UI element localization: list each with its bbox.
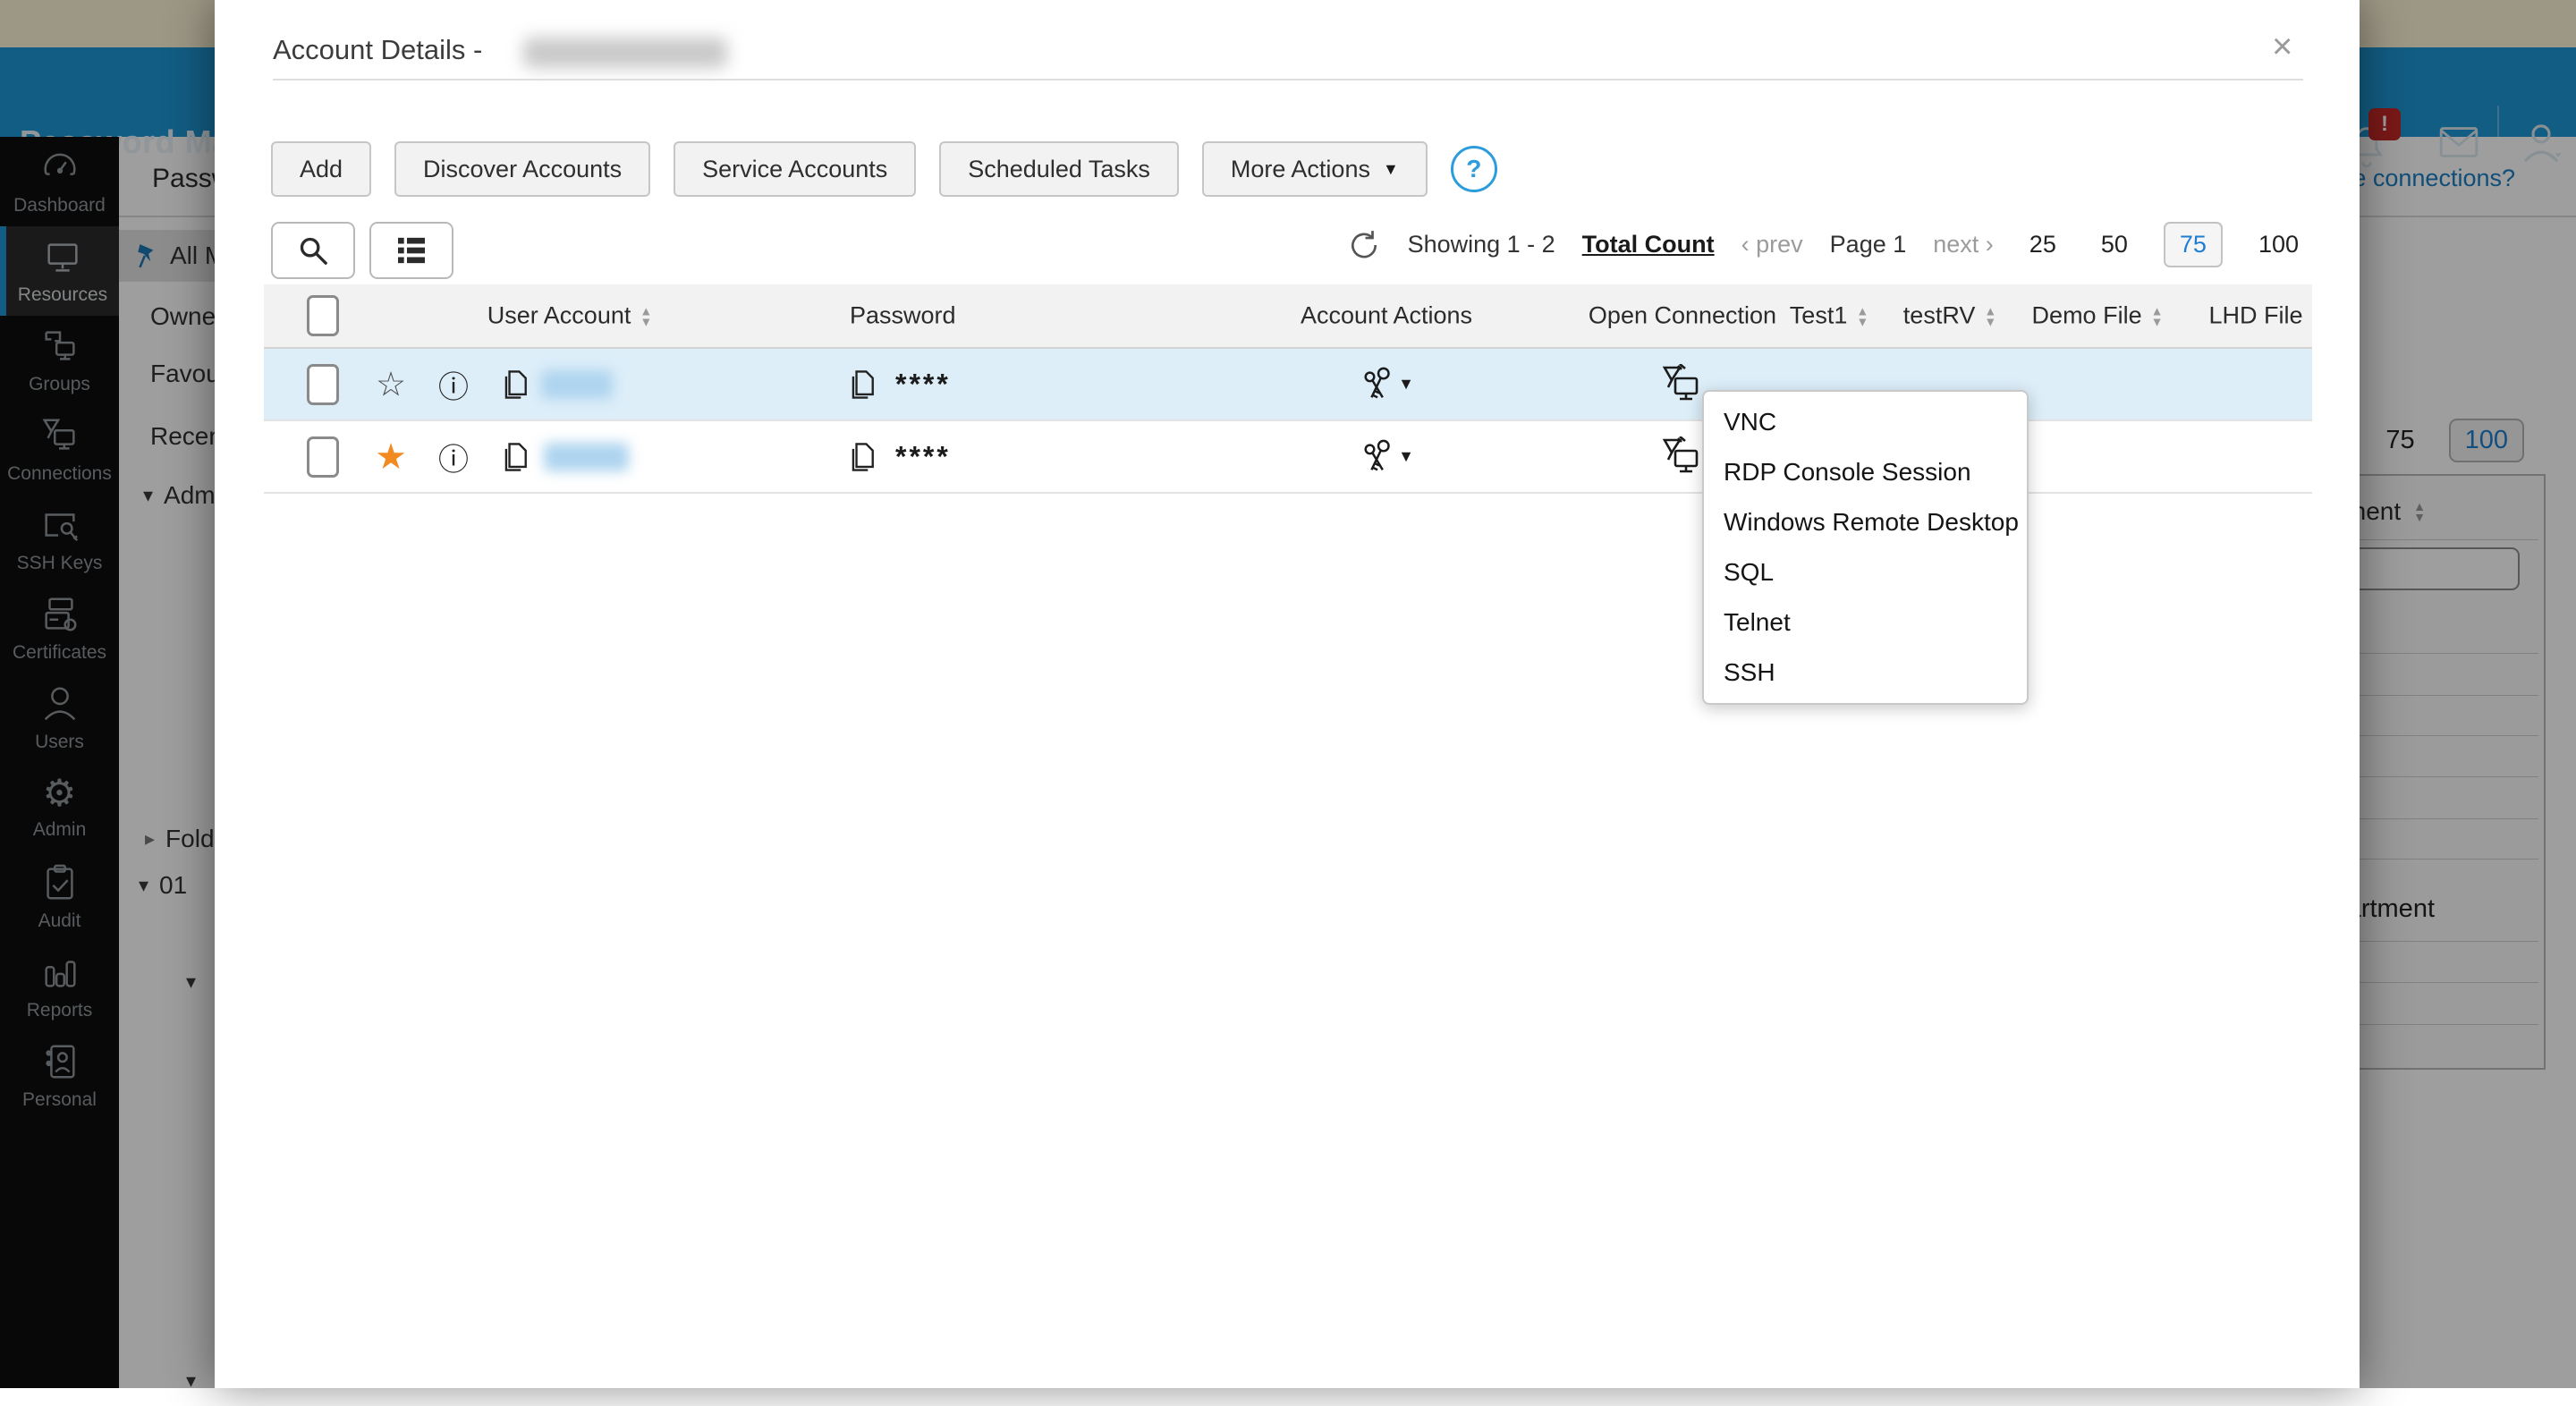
copy-password-icon[interactable]	[844, 367, 878, 402]
keys-icon	[1359, 365, 1396, 404]
menu-item-ssh[interactable]: SSH	[1704, 648, 2027, 698]
modal-title: Account Details -	[273, 34, 482, 66]
close-icon[interactable]: ×	[2272, 29, 2292, 64]
chevron-down-icon: ▼	[1398, 375, 1414, 394]
column-chooser-button[interactable]	[369, 222, 453, 279]
column-user-account[interactable]: User Account ▲▼	[487, 302, 652, 330]
menu-item-telnet[interactable]: Telnet	[1704, 597, 2027, 648]
row-checkbox[interactable]	[307, 436, 339, 478]
open-connection-icon[interactable]	[1661, 364, 1704, 405]
table-header-row: User Account ▲▼ Password Account Actions…	[264, 284, 2312, 349]
help-icon[interactable]: ?	[1451, 146, 1497, 192]
scheduled-tasks-button[interactable]: Scheduled Tasks	[939, 141, 1179, 197]
copy-username-icon[interactable]	[497, 367, 531, 402]
row-checkbox[interactable]	[307, 364, 339, 405]
info-icon[interactable]: ⓘ	[438, 435, 469, 479]
discover-accounts-button[interactable]: Discover Accounts	[394, 141, 650, 197]
list-icon	[394, 234, 429, 267]
account-actions-menu[interactable]: ▼	[1359, 365, 1414, 404]
select-all-checkbox[interactable]	[307, 295, 339, 336]
account-details-modal: Account Details - × Add Discover Account…	[215, 0, 2360, 1388]
menu-item-vnc[interactable]: VNC	[1704, 397, 2027, 447]
page-size-50[interactable]: 50	[2092, 224, 2137, 266]
next-button[interactable]: next ›	[1933, 231, 1994, 258]
search-button[interactable]	[271, 222, 355, 279]
resource-name-redacted	[523, 38, 727, 68]
password-mask: ****	[895, 440, 951, 473]
connection-type-dropdown: VNC RDP Console Session Windows Remote D…	[1702, 390, 2029, 705]
column-account-actions: Account Actions	[1301, 302, 1472, 330]
prev-button[interactable]: ‹ prev	[1741, 231, 1803, 258]
page-indicator: Page 1	[1830, 231, 1907, 258]
showing-count: Showing 1 - 2	[1408, 231, 1555, 258]
column-open-connection: Open Connection	[1589, 302, 1776, 330]
search-icon	[295, 233, 331, 268]
sort-icon: ▲▼	[1856, 305, 1868, 326]
page-size-25[interactable]: 25	[2021, 224, 2065, 266]
title-divider	[273, 79, 2303, 80]
keys-icon	[1359, 437, 1396, 477]
chevron-down-icon: ▼	[1398, 447, 1414, 466]
pagination-bar: Showing 1 - 2 Total Count ‹ prev Page 1 …	[1458, 222, 2308, 267]
favorite-star-icon[interactable]: ☆	[376, 364, 406, 404]
info-icon[interactable]: ⓘ	[438, 362, 469, 406]
menu-item-rdp-console[interactable]: RDP Console Session	[1704, 447, 2027, 497]
modal-toolbar: Add Discover Accounts Service Accounts S…	[271, 141, 1497, 197]
copy-username-icon[interactable]	[497, 439, 531, 475]
refresh-icon[interactable]	[1347, 228, 1381, 262]
username-redacted	[541, 370, 613, 399]
page-size-75-selected[interactable]: 75	[2164, 222, 2223, 267]
screen: { "colors": { "accent_blue": "#1d96d3", …	[0, 0, 2576, 1388]
sort-icon: ▲▼	[1984, 305, 1996, 326]
total-count-link[interactable]: Total Count	[1582, 231, 1715, 258]
account-actions-menu[interactable]: ▼	[1359, 437, 1414, 477]
page-size-100[interactable]: 100	[2250, 224, 2308, 266]
copy-password-icon[interactable]	[844, 439, 878, 475]
username-redacted	[544, 443, 629, 471]
menu-item-windows-remote-desktop[interactable]: Windows Remote Desktop	[1704, 497, 2027, 547]
column-lhd-file: LHD File	[2208, 302, 2302, 330]
column-demo-file[interactable]: Demo File ▲▼	[2032, 302, 2164, 330]
column-test1[interactable]: Test1 ▲▼	[1790, 302, 1868, 330]
password-mask: ****	[895, 368, 951, 401]
more-actions-button[interactable]: More Actions ▼	[1202, 141, 1428, 197]
menu-item-sql[interactable]: SQL	[1704, 547, 2027, 597]
column-testrv[interactable]: testRV ▲▼	[1903, 302, 1996, 330]
add-button[interactable]: Add	[271, 141, 371, 197]
sort-icon: ▲▼	[2151, 305, 2164, 326]
column-password: Password	[850, 302, 956, 330]
chevron-down-icon: ▼	[1383, 160, 1399, 179]
service-accounts-button[interactable]: Service Accounts	[674, 141, 916, 197]
open-connection-icon[interactable]	[1661, 436, 1704, 478]
favorite-star-icon[interactable]: ★	[375, 436, 407, 478]
sort-icon: ▲▼	[640, 305, 652, 326]
